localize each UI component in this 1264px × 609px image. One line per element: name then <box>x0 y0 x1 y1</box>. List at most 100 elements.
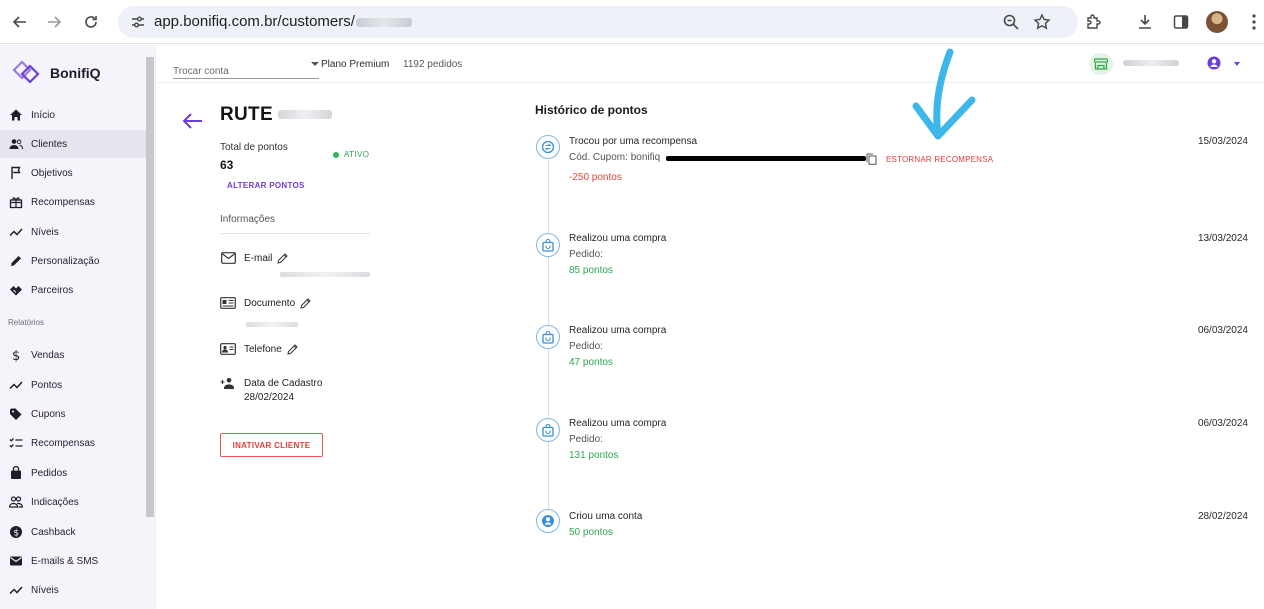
browser-toolbar: app.bonifiq.com.br/customers/ <box>0 0 1264 44</box>
email-value-redacted <box>280 272 370 277</box>
account-icon <box>536 509 560 533</box>
account-switcher-placeholder: Trocar conta <box>173 66 229 77</box>
address-bar[interactable]: app.bonifiq.com.br/customers/ <box>118 6 1078 38</box>
status-badge: ATIVO <box>333 150 369 159</box>
phone-row: Telefone <box>220 342 298 356</box>
sidebar-item-indicacoes[interactable]: Indicações <box>0 488 146 516</box>
sidebar-item-label: Recompensas <box>31 437 95 449</box>
store-name[interactable] <box>1123 60 1179 66</box>
annotation-arrow-icon <box>912 48 976 140</box>
store-icon[interactable] <box>1089 53 1113 75</box>
sidebar-item-label: Vendas <box>31 349 65 361</box>
chevron-down-icon <box>311 62 319 66</box>
reload-icon[interactable] <box>77 8 105 36</box>
trend-icon <box>8 224 24 240</box>
shopping-bag-icon <box>536 233 560 257</box>
copy-icon[interactable] <box>866 153 877 165</box>
sidebar-item-cupons[interactable]: Cupons <box>0 400 146 428</box>
flag-icon <box>8 165 24 181</box>
phone-label: Telefone <box>244 343 282 355</box>
customer-name: RUTE <box>220 104 273 125</box>
trend-icon <box>8 377 24 393</box>
forward-icon[interactable] <box>40 8 68 36</box>
back-icon[interactable] <box>6 8 34 36</box>
sidebar-item-niveis[interactable]: Níveis <box>0 218 146 246</box>
sidebar-item-label: Indicações <box>31 496 79 508</box>
account-switcher[interactable]: Trocar conta <box>173 59 319 79</box>
zoom-icon[interactable] <box>999 10 1023 34</box>
profile-avatar[interactable] <box>1206 11 1228 33</box>
event-date: 06/03/2024 <box>1197 418 1248 429</box>
event-order: Pedido: <box>569 249 603 260</box>
customer-surname-redacted <box>278 110 332 119</box>
edit-document-pencil-icon[interactable] <box>300 297 311 309</box>
sidebar-item-parceiros[interactable]: Parceiros <box>0 276 146 304</box>
event-date: 13/03/2024 <box>1197 233 1248 244</box>
registration-row: Data de Cadastro <box>220 376 322 390</box>
sidebar-item-vendas[interactable]: $ Vendas <box>0 341 146 369</box>
deactivate-customer-button[interactable]: INATIVAR CLIENTE <box>220 433 323 457</box>
event-title: Realizou uma compra <box>569 325 667 336</box>
edit-email-pencil-icon[interactable] <box>277 252 289 264</box>
back-arrow-icon[interactable] <box>182 112 204 130</box>
event-points: 47 pontos <box>569 357 613 368</box>
history-title: Histórico de pontos <box>535 103 648 117</box>
edit-phone-pencil-icon[interactable] <box>287 343 298 355</box>
extensions-icon[interactable] <box>1081 10 1105 34</box>
sidebar-item-label: Níveis <box>31 226 59 238</box>
event-points: 131 pontos <box>569 450 619 461</box>
sidebar-item-label: Recompensas <box>31 196 95 208</box>
sidebar-item-label: Níveis <box>31 584 59 596</box>
users-icon <box>8 136 24 152</box>
sidebar-item-objetivos[interactable]: Objetivos <box>0 159 146 187</box>
event-title: Criou uma conta <box>569 511 643 522</box>
more-menu-icon[interactable] <box>1242 10 1264 34</box>
email-row: E-mail <box>220 251 289 265</box>
event-points: -250 pontos <box>569 172 622 183</box>
site-settings-icon[interactable] <box>130 14 146 30</box>
event-date: 06/03/2024 <box>1197 325 1248 336</box>
sidebar-item-niveis-relatorio[interactable]: Níveis <box>0 576 146 604</box>
sidebar-item-recompensas-relatorio[interactable]: Recompensas <box>0 429 146 457</box>
coin-icon: $ <box>8 524 24 540</box>
event-date: 15/03/2024 <box>1197 136 1248 147</box>
handshake-icon <box>8 282 24 298</box>
download-icon[interactable] <box>1133 10 1157 34</box>
sidebar-item-personalizacao[interactable]: Personalização <box>0 247 146 275</box>
sidebar-item-label: Pontos <box>31 379 63 391</box>
event-title: Trocou por uma recompensa <box>569 136 698 147</box>
refund-reward-button[interactable]: ESTORNAR RECOMPENSA <box>886 155 993 164</box>
bookmark-star-icon[interactable] <box>1030 10 1054 34</box>
mail-icon <box>8 553 24 569</box>
alter-points-button[interactable]: ALTERAR PONTOS <box>227 181 305 190</box>
sidebar-item-emails-sms[interactable]: E-mails & SMS <box>0 547 146 575</box>
sidebar-item-pedidos[interactable]: Pedidos <box>0 459 146 487</box>
user-menu-chevron-icon[interactable] <box>1234 62 1240 66</box>
url-text: app.bonifiq.com.br/customers/ <box>154 13 412 30</box>
checklist-icon <box>8 435 24 451</box>
sidebar-item-clientes[interactable]: Clientes <box>0 130 146 158</box>
event-title: Realizou uma compra <box>569 418 667 429</box>
side-panel-icon[interactable] <box>1169 10 1193 34</box>
exchange-icon <box>536 135 560 159</box>
registration-label: Data de Cadastro <box>244 377 323 389</box>
event-title: Realizou uma compra <box>569 233 667 244</box>
registration-date: 28/02/2024 <box>244 392 295 403</box>
sidebar-item-label: Cashback <box>31 526 76 538</box>
sidebar-item-pontos[interactable]: Pontos <box>0 371 146 399</box>
trend-icon <box>8 582 24 598</box>
sidebar-item-inicio[interactable]: Início <box>0 101 146 129</box>
bonifiq-logo-icon <box>12 60 40 84</box>
email-label: E-mail <box>244 252 273 264</box>
total-points-label: Total de pontos <box>220 142 288 153</box>
section-label-relatorios: Relatórios <box>8 318 45 327</box>
event-points: 85 pontos <box>569 265 613 276</box>
sidebar-item-cashback[interactable]: $ Cashback <box>0 518 146 546</box>
sidebar-scrollbar[interactable] <box>146 57 154 517</box>
pencil-icon <box>8 253 24 269</box>
sidebar-item-recompensas[interactable]: Recompensas <box>0 188 146 216</box>
person-add-icon <box>220 376 236 390</box>
user-account-icon[interactable] <box>1207 56 1221 70</box>
brand-logo[interactable]: BonifiQ <box>12 59 101 87</box>
svg-text:$: $ <box>12 349 20 362</box>
